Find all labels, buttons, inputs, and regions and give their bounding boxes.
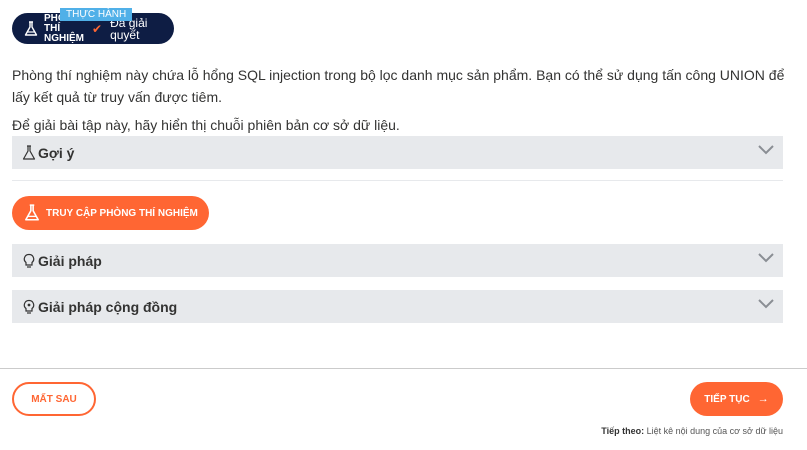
practice-tag: THỰC HÀNH xyxy=(60,8,133,21)
chevron-down-icon xyxy=(758,299,774,309)
next-topic-link[interactable]: Liệt kê nội dung của cơ sở dữ liệu xyxy=(647,426,783,436)
access-lab-label: TRUY CẬP PHÒNG THÍ NGHIỆM xyxy=(46,207,198,219)
hint-title: Gợi ý xyxy=(38,144,75,161)
next-prefix: Tiếp theo: xyxy=(601,426,645,436)
back-button[interactable]: Mất sau xyxy=(12,382,96,416)
hint-accordion[interactable]: Gợi ý xyxy=(12,136,783,169)
footer-divider xyxy=(0,368,807,369)
divider xyxy=(12,180,783,181)
flask-icon xyxy=(22,144,36,160)
check-icon: ✔ xyxy=(92,21,103,36)
continue-button[interactable]: TIẾP TỤC → xyxy=(690,382,783,416)
description-paragraph-2: Để giải bài tập này, hãy hiển thị chuỗi … xyxy=(12,117,400,133)
lab-status-badge: THỰC HÀNH PHÒNG THÍ NGHIỆM ✔ Đã giải quy… xyxy=(12,8,174,44)
lab-description: Phòng thí nghiệm này chứa lỗ hổng SQL in… xyxy=(12,64,792,136)
next-topic-hint: Tiếp theo: Liệt kê nội dung của cơ sở dữ… xyxy=(601,426,783,436)
access-lab-button[interactable]: TRUY CẬP PHÒNG THÍ NGHIỆM xyxy=(12,196,209,230)
lightbulb-icon xyxy=(23,253,35,268)
solution-accordion[interactable]: Giải pháp xyxy=(12,244,783,277)
description-paragraph-1: Phòng thí nghiệm này chứa lỗ hổng SQL in… xyxy=(12,67,785,105)
chevron-down-icon xyxy=(758,253,774,263)
flask-icon xyxy=(25,204,39,221)
chevron-down-icon xyxy=(758,145,774,155)
community-lightbulb-icon xyxy=(23,299,35,314)
continue-label: TIẾP TỤC xyxy=(704,393,750,405)
flask-icon xyxy=(24,20,38,36)
arrow-right-icon: → xyxy=(757,393,769,405)
solution-title: Giải pháp xyxy=(38,252,102,269)
community-solution-accordion[interactable]: Giải pháp cộng đồng xyxy=(12,290,783,323)
community-solution-title: Giải pháp cộng đồng xyxy=(38,298,178,315)
